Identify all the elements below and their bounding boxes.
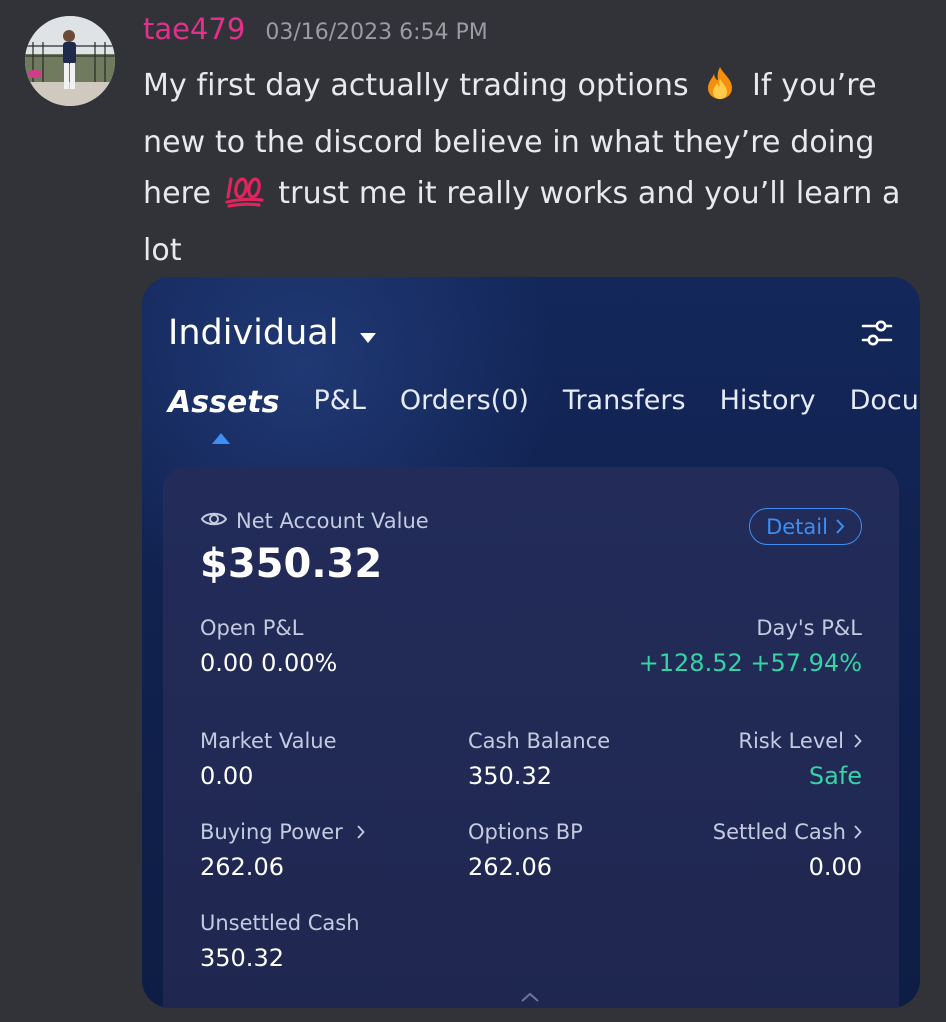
account-name: Individual bbox=[168, 313, 339, 353]
chevron-right-icon bbox=[836, 515, 845, 539]
market-value: 0.00 bbox=[200, 762, 254, 790]
tab-history[interactable]: History bbox=[720, 385, 816, 420]
chevron-right-icon bbox=[854, 820, 862, 844]
tab-bar: Assets P&L Orders(0) Transfers History D… bbox=[168, 385, 920, 420]
open-pl-label: Open P&L bbox=[200, 616, 304, 640]
unsettled-cash-value: 350.32 bbox=[200, 944, 284, 972]
active-tab-indicator bbox=[212, 433, 230, 444]
chevron-up-icon[interactable] bbox=[520, 988, 540, 1007]
risk-level-value: Safe bbox=[808, 762, 862, 790]
detail-button[interactable]: Detail bbox=[749, 508, 862, 545]
tab-transfers[interactable]: Transfers bbox=[563, 385, 686, 420]
username[interactable]: tae479 bbox=[143, 12, 245, 46]
buying-power-value: 262.06 bbox=[200, 853, 284, 881]
cash-balance-label: Cash Balance bbox=[468, 729, 611, 753]
hundred-points-emoji bbox=[225, 173, 265, 225]
net-account-value-label: Net Account Value bbox=[200, 509, 429, 533]
tab-pl[interactable]: P&L bbox=[313, 385, 365, 420]
attached-screenshot[interactable]: Individual Assets P&L Orders(0) Transfer… bbox=[142, 277, 920, 1008]
caret-down-icon bbox=[360, 313, 377, 353]
account-selector[interactable]: Individual bbox=[168, 313, 377, 353]
message-header: tae479 03/16/2023 6:54 PM bbox=[143, 12, 488, 46]
settled-cash-value: 0.00 bbox=[808, 853, 862, 881]
tab-assets[interactable]: Assets bbox=[168, 385, 279, 420]
fire-emoji bbox=[702, 65, 738, 117]
days-pl-label: Day's P&L bbox=[756, 616, 862, 640]
risk-level-link[interactable]: Risk Level bbox=[738, 729, 862, 753]
tab-documents[interactable]: Docume bbox=[850, 385, 920, 420]
message-timestamp: 03/16/2023 6:54 PM bbox=[265, 20, 488, 45]
options-bp-value: 262.06 bbox=[468, 853, 552, 881]
settings-sliders-icon[interactable] bbox=[860, 317, 894, 349]
open-pl-value: 0.00 0.00% bbox=[200, 649, 338, 677]
buying-power-link[interactable]: Buying Power bbox=[200, 820, 365, 844]
message-text-part-1: My first day actually trading options bbox=[143, 68, 689, 103]
tab-orders[interactable]: Orders(0) bbox=[400, 385, 529, 420]
market-value-label: Market Value bbox=[200, 729, 337, 753]
days-pl-value: +128.52 +57.94% bbox=[638, 649, 862, 677]
assets-card: Net Account Value Detail $350.32 Open P&… bbox=[163, 467, 899, 1008]
cash-balance-value: 350.32 bbox=[468, 762, 552, 790]
settled-cash-link[interactable]: Settled Cash bbox=[713, 820, 862, 844]
net-account-value: $350.32 bbox=[200, 541, 383, 587]
options-bp-label: Options BP bbox=[468, 820, 583, 844]
user-avatar[interactable] bbox=[25, 16, 115, 106]
chevron-right-icon bbox=[854, 729, 862, 753]
eye-icon[interactable] bbox=[200, 509, 228, 533]
chat-message: tae479 03/16/2023 6:54 PM My first day a… bbox=[0, 0, 946, 1022]
chevron-right-icon bbox=[357, 820, 365, 844]
unsettled-cash-label: Unsettled Cash bbox=[200, 911, 360, 935]
